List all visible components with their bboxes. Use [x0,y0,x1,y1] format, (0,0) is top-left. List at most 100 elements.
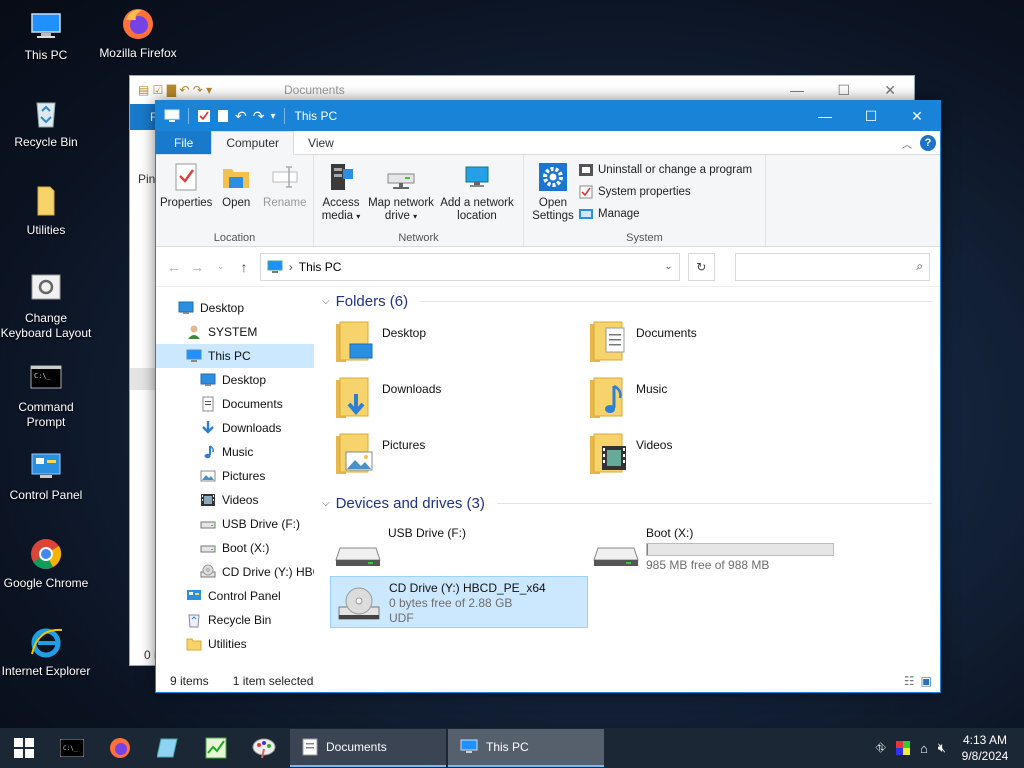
desktop-icon-label: Recycle Bin [14,135,78,149]
maximize-button[interactable]: ☐ [848,101,894,131]
properties-icon[interactable] [197,109,211,123]
back-icon[interactable]: ← [166,259,181,275]
this-pc-window[interactable]: ↶ ↷ ▾ This PC — ☐ ✕ File Computer View ︿… [155,100,941,693]
nav-item[interactable]: Recycle Bin [156,608,314,632]
search-input[interactable]: ⌕ [734,252,930,281]
folder-item[interactable]: Downloads [334,376,588,424]
nav-item[interactable]: This PC [156,344,314,368]
tab-file[interactable]: File [156,131,212,154]
drive-icon [200,540,216,556]
undo-icon[interactable]: ↶ [235,108,247,125]
desktop-icon-control-panel[interactable]: Control Panel [0,448,92,503]
recent-locations-icon[interactable]: ⌄ [213,261,228,272]
drive-item[interactable]: Boot (X:) 985 MB free of 988 MB [588,522,846,572]
nav-item[interactable]: Videos [156,488,314,512]
minimize-icon: — [818,108,832,124]
close-icon: ✕ [911,107,923,124]
nav-item[interactable]: Documents [156,392,314,416]
nav-item[interactable]: Boot (X:) [156,536,314,560]
nav-item[interactable]: Utilities [156,632,314,656]
desktop-icon-command-prompt[interactable]: C:\_ Command Prompt [0,360,92,430]
drive-item[interactable]: CD Drive (Y:) HBCD_PE_x64 0 bytes free of… [330,576,588,628]
large-icons-view-icon[interactable]: ▣ [921,674,932,688]
close-button[interactable]: ✕ [894,101,940,131]
taskbar-paint[interactable] [240,728,288,768]
clock[interactable]: 4:13 AM 9/8/2024 [956,732,1014,764]
manage-button[interactable]: Manage [578,205,752,223]
folder-item[interactable]: Music [588,376,842,424]
tab-view[interactable]: View [294,131,348,154]
navigation-pane: Desktop SYSTEM This PC Desktop Documents Down… [156,288,314,670]
minimize-icon[interactable]: — [790,82,804,98]
nav-item[interactable]: USB Drive (F:) [156,512,314,536]
folder-label: Downloads [382,382,442,396]
nav-item[interactable]: Music [156,440,314,464]
details-view-icon[interactable]: ☷ [904,674,915,688]
recycle-bin-icon [186,612,202,628]
close-icon[interactable]: ✕ [884,82,896,99]
search-icon: ⌕ [916,259,923,273]
drive-item[interactable]: USB Drive (F:) [330,522,588,572]
customize-qat-icon[interactable]: ▾ [270,111,275,122]
folder-item[interactable]: Documents [588,320,842,368]
taskbar-firefox[interactable] [96,728,144,768]
firefox-icon [110,738,130,758]
minimize-button[interactable]: — [802,101,848,131]
start-button[interactable] [0,728,48,768]
desktop-icon-firefox[interactable]: Mozilla Firefox [92,6,184,61]
volume-muted-icon[interactable]: 🔇︎ [938,740,946,756]
usb-device-icon[interactable]: ⌂ [920,741,928,756]
downloads-folder-icon [334,376,376,420]
nav-item[interactable]: Downloads [156,416,314,440]
window-titlebar[interactable]: ↶ ↷ ▾ This PC — ☐ ✕ [156,101,940,131]
new-folder-icon[interactable] [217,109,229,123]
manage-label: Manage [598,208,640,220]
nav-item[interactable]: SYSTEM [156,320,314,344]
help-icon[interactable]: ? [920,135,936,151]
up-icon[interactable]: ↑ [236,259,251,275]
address-dropdown-icon[interactable]: ⌄ [664,261,672,272]
taskbar-app-this-pc[interactable]: This PC [448,729,604,767]
drives-grid: USB Drive (F:) Boot (X:) 985 MB free of 98… [322,522,940,628]
desktop-icon-this-pc[interactable]: This PC [0,8,92,63]
nav-item[interactable]: CD Drive (Y:) HBC [156,560,314,584]
chrome-icon [31,539,62,569]
desktop-icon-keyboard-layout[interactable]: Change Keyboard Layout [0,271,92,341]
nav-item-label: USB Drive (F:) [222,517,300,531]
maximize-icon[interactable]: ☐ [837,82,850,99]
desktop-icon-utilities[interactable]: Utilities [0,183,92,238]
nav-item[interactable]: Pictures [156,464,314,488]
taskbar-app-documents[interactable]: Documents [290,729,446,767]
folder-item[interactable]: Pictures [334,432,588,480]
desktop-icon-google-chrome[interactable]: Google Chrome [0,536,92,591]
nav-item[interactable]: Desktop [156,368,314,392]
uninstall-program-button[interactable]: Uninstall or change a program [578,161,752,179]
folder-label: Videos [636,438,673,452]
drives-section-header[interactable]: ⌵ Devices and drives (3) [322,490,940,516]
system-properties-button[interactable]: System properties [578,183,752,201]
quick-access-toolbar: ↶ ↷ ▾ [156,101,287,131]
nav-item[interactable]: Control Panel [156,584,314,608]
folder-item[interactable]: Videos [588,432,842,480]
redo-icon[interactable]: ↷ [253,108,265,125]
refresh-button[interactable]: ↻ [687,252,715,281]
folders-section-header[interactable]: ⌵ Folders (6) [322,288,940,314]
tab-computer[interactable]: Computer [211,131,295,155]
desktop-icon-recycle-bin[interactable]: Recycle Bin [0,95,92,150]
folder-item[interactable]: Desktop [334,320,588,368]
nav-item[interactable]: Desktop [156,296,314,320]
clock-time: 4:13 AM [962,733,1008,747]
network-icon[interactable]: ⛗ [876,740,886,756]
drive-space: 0 bytes free of 2.88 GB [389,596,513,610]
desktop-icon-label: Internet Explorer [1,664,91,678]
taskbar-task-manager[interactable] [192,728,240,768]
collapse-ribbon-icon[interactable]: ︿ [902,136,912,151]
desktop-icon-internet-explorer[interactable]: Internet Explorer [0,624,92,679]
videos-icon [200,492,216,508]
address-field[interactable]: › This PC ⌄ [259,252,680,281]
taskbar-notepad[interactable] [144,728,192,768]
forward-icon[interactable]: → [189,259,204,275]
network-location-icon [465,166,489,187]
color-calibration-icon[interactable] [895,741,910,755]
taskbar-command-prompt[interactable]: C:\_ [48,728,96,768]
